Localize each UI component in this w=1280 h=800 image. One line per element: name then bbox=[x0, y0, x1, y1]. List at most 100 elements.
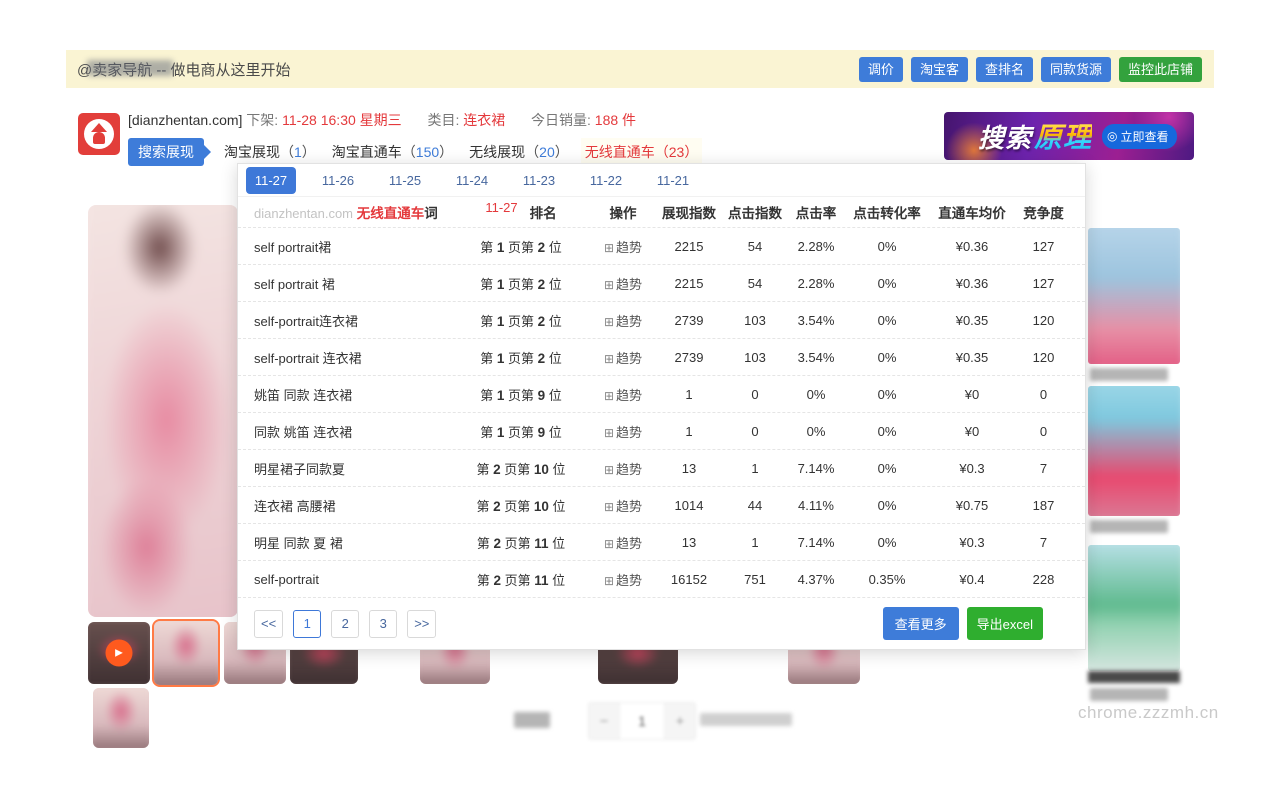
keyword-cell[interactable]: 明星裙子同款夏 bbox=[254, 459, 450, 478]
sales-value: 188 件 bbox=[595, 112, 636, 128]
table-row: self-portrait连衣裙 第 1 页第 2 位 ⊞趋势 2739 103… bbox=[238, 301, 1085, 338]
trend-chart-icon: ⊞ bbox=[604, 574, 614, 588]
related-product-card[interactable] bbox=[1088, 228, 1180, 364]
keyword-cell[interactable]: self portrait裙 bbox=[254, 237, 450, 256]
tab-search-display[interactable]: 搜索展现 bbox=[128, 138, 204, 166]
category-value[interactable]: 连衣裙 bbox=[463, 112, 505, 128]
display-tab[interactable]: 无线展现（20） bbox=[465, 138, 573, 166]
pagination-button[interactable]: 1 bbox=[293, 610, 321, 638]
pagination-button[interactable]: 2 bbox=[331, 610, 359, 638]
trend-link[interactable]: ⊞趋势 bbox=[592, 311, 654, 330]
competition-cell: 127 bbox=[1016, 239, 1071, 254]
main-product-photo[interactable] bbox=[88, 205, 238, 617]
cvr-cell: 0% bbox=[846, 498, 928, 513]
date-tab[interactable]: 11-22 bbox=[581, 167, 631, 194]
search-principle-banner[interactable]: 搜索 原理 ◎立即查看 bbox=[944, 112, 1194, 160]
keyword-cell[interactable]: 同款 姚笛 连衣裙 bbox=[254, 422, 450, 441]
ctr-cell: 0% bbox=[786, 424, 846, 439]
rank-cell: 第 1 页第 9 位 bbox=[450, 422, 592, 441]
thumbnail-selected[interactable] bbox=[152, 619, 220, 687]
avg-price-cell: ¥0.3 bbox=[928, 461, 1016, 476]
action-column-header: 操作 bbox=[592, 202, 654, 222]
date-tab[interactable]: 11-24 bbox=[447, 167, 497, 194]
view-more-button[interactable]: 查看更多 bbox=[883, 607, 959, 640]
quantity-input[interactable] bbox=[619, 703, 665, 739]
display-tab[interactable]: 淘宝展现（1） bbox=[220, 138, 320, 166]
cvr-cell: 0.35% bbox=[846, 572, 928, 587]
export-excel-button[interactable]: 导出excel bbox=[967, 607, 1043, 640]
competition-column-header: 竞争度 bbox=[1016, 202, 1071, 222]
rank-cell: 第 2 页第 11 位 bbox=[450, 570, 592, 589]
trend-chart-icon: ⊞ bbox=[604, 537, 614, 551]
trend-link[interactable]: ⊞趋势 bbox=[592, 348, 654, 367]
keyword-cell[interactable]: 连衣裙 高腰裙 bbox=[254, 496, 450, 515]
competition-cell: 7 bbox=[1016, 535, 1071, 550]
topbar-button[interactable]: 淘宝客 bbox=[911, 57, 968, 82]
banner-word-1: 搜索 bbox=[978, 118, 1032, 155]
trend-link[interactable]: ⊞趋势 bbox=[592, 533, 654, 552]
trend-link[interactable]: ⊞趋势 bbox=[592, 570, 654, 589]
keyword-cell[interactable]: self-portrait 连衣裙 bbox=[254, 348, 450, 367]
trend-link[interactable]: ⊞趋势 bbox=[592, 237, 654, 256]
topbar-button[interactable]: 监控此店铺 bbox=[1119, 57, 1202, 82]
trend-link[interactable]: ⊞趋势 bbox=[592, 385, 654, 404]
date-tab[interactable]: 11-21 bbox=[648, 167, 698, 194]
source-domain: dianzhentan.com bbox=[254, 206, 353, 221]
related-product-image bbox=[1088, 386, 1180, 516]
table-row: self-portrait 第 2 页第 11 位 ⊞趋势 16152 751 … bbox=[238, 560, 1085, 597]
clicks-cell: 103 bbox=[724, 350, 786, 365]
pagination-button[interactable]: >> bbox=[407, 610, 436, 638]
cvr-cell: 0% bbox=[846, 535, 928, 550]
offshelf-time: 11-28 16:30 星期三 bbox=[282, 112, 402, 128]
trend-chart-icon: ⊞ bbox=[604, 500, 614, 514]
impressions-cell: 16152 bbox=[654, 572, 724, 587]
impressions-cell: 2739 bbox=[654, 350, 724, 365]
related-product-card[interactable] bbox=[1088, 545, 1180, 671]
ctr-cell: 3.54% bbox=[786, 350, 846, 365]
related-product-card[interactable] bbox=[1088, 386, 1180, 516]
rank-cell: 第 1 页第 2 位 bbox=[450, 348, 592, 367]
date-tab[interactable]: 11-26 bbox=[313, 167, 363, 194]
topbar-button[interactable]: 同款货源 bbox=[1041, 57, 1111, 82]
keyword-cell[interactable]: self-portrait连衣裙 bbox=[254, 311, 450, 330]
date-tab[interactable]: 11-27 bbox=[246, 167, 296, 194]
quantity-stepper[interactable]: − + bbox=[588, 702, 696, 740]
banner-cta-button[interactable]: ◎立即查看 bbox=[1102, 124, 1177, 149]
cvr-cell: 0% bbox=[846, 387, 928, 402]
video-thumbnail[interactable]: ▶ bbox=[88, 622, 150, 684]
table-row: self portrait 裙 第 1 页第 2 位 ⊞趋势 2215 54 2… bbox=[238, 264, 1085, 301]
table-row: self-portrait 连衣裙 第 1 页第 2 位 ⊞趋势 2739 10… bbox=[238, 338, 1085, 375]
keyword-cell[interactable]: 姚笛 同款 连衣裙 bbox=[254, 385, 450, 404]
trend-link[interactable]: ⊞趋势 bbox=[592, 496, 654, 515]
competition-cell: 7 bbox=[1016, 461, 1071, 476]
seller-nav-title: @卖家导航 -- 做电商从这里开始 bbox=[77, 59, 291, 80]
table-body: self portrait裙 第 1 页第 2 位 ⊞趋势 2215 54 2.… bbox=[238, 227, 1085, 597]
stepper-plus-button[interactable]: + bbox=[665, 703, 695, 739]
competition-cell: 120 bbox=[1016, 350, 1071, 365]
play-icon[interactable]: ▶ bbox=[106, 640, 133, 667]
keyword-cell[interactable]: 明星 同款 夏 裙 bbox=[254, 533, 450, 552]
trend-chart-icon: ⊞ bbox=[604, 463, 614, 477]
avg-price-cell: ¥0.35 bbox=[928, 313, 1016, 328]
display-tabs: 搜索展现 淘宝展现（1） 淘宝直通车（150） 无线展现（20） 无线直通车（2… bbox=[128, 138, 710, 166]
keyword-cell[interactable]: self portrait 裙 bbox=[254, 274, 450, 293]
trend-link[interactable]: ⊞趋势 bbox=[592, 274, 654, 293]
date-tab[interactable]: 11-23 bbox=[514, 167, 564, 194]
display-tab[interactable]: 淘宝直通车（150） bbox=[328, 138, 457, 166]
avg-price-cell: ¥0.36 bbox=[928, 239, 1016, 254]
avg-price-cell: ¥0.4 bbox=[928, 572, 1016, 587]
date-tab[interactable]: 11-25 bbox=[380, 167, 430, 194]
stepper-minus-button[interactable]: − bbox=[589, 703, 619, 739]
keyword-cell[interactable]: self-portrait bbox=[254, 572, 450, 587]
competition-cell: 0 bbox=[1016, 387, 1071, 402]
trend-link[interactable]: ⊞趋势 bbox=[592, 422, 654, 441]
trend-link[interactable]: ⊞趋势 bbox=[592, 459, 654, 478]
thumbnail[interactable] bbox=[93, 688, 149, 748]
topbar-button[interactable]: 查排名 bbox=[976, 57, 1033, 82]
impressions-cell: 2215 bbox=[654, 239, 724, 254]
display-tab[interactable]: 无线直通车（23） bbox=[581, 138, 703, 166]
clicks-cell: 54 bbox=[724, 276, 786, 291]
pagination-button[interactable]: << bbox=[254, 610, 283, 638]
topbar-button[interactable]: 调价 bbox=[859, 57, 903, 82]
pagination-button[interactable]: 3 bbox=[369, 610, 397, 638]
